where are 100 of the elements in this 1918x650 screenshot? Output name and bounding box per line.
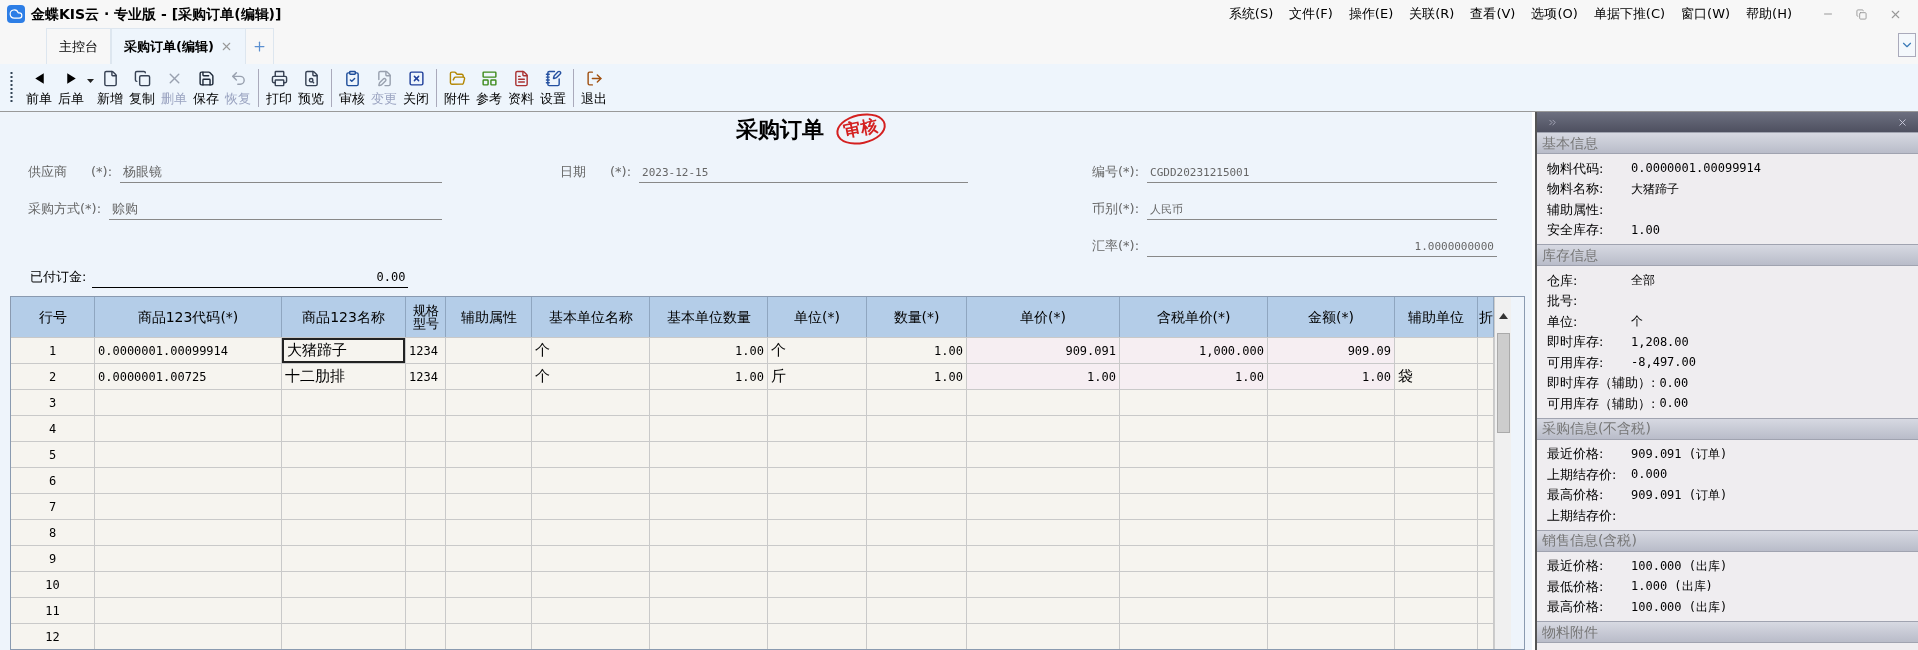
info-value: 全部 [1631, 272, 1655, 290]
layout-icon [480, 69, 498, 87]
table-cell[interactable]: 1.00 [967, 364, 1119, 389]
menu-item[interactable]: 单据下推(C) [1585, 4, 1674, 24]
collapse-toggle[interactable] [1898, 33, 1916, 57]
table-row[interactable]: 8 [11, 519, 1494, 545]
menu-item[interactable]: 系统(S) [1220, 4, 1282, 24]
toolbar-button[interactable]: 复制 [126, 68, 158, 107]
text-field[interactable]: 1.0000000000 [1147, 238, 1497, 258]
table-cell[interactable]: 10 [11, 572, 94, 597]
table-cell[interactable]: 1.00 [1120, 364, 1267, 389]
table-cell[interactable]: 12 [11, 624, 94, 649]
table-cell[interactable]: 9 [11, 546, 94, 571]
table-cell[interactable]: 十二肋排 [282, 364, 405, 389]
info-value: 个 [1631, 313, 1643, 331]
table-cell[interactable]: 1234 [406, 364, 445, 389]
toolbar-button[interactable]: 保存 [190, 68, 222, 107]
table-cell[interactable]: 1.00 [867, 364, 966, 389]
table-cell[interactable]: 909.091 [967, 338, 1119, 363]
table-cell[interactable]: 袋 [1395, 364, 1477, 389]
vertical-scrollbar[interactable] [1494, 297, 1511, 649]
toolbar-grip-icon [10, 70, 13, 105]
menu-item[interactable]: 查看(V) [1462, 4, 1524, 24]
toolbar-button[interactable]: 设置 [537, 68, 569, 107]
toolbar-button[interactable]: 附件 [441, 68, 473, 107]
toolbar-button[interactable]: 退出 [578, 68, 610, 107]
toolbar-button[interactable]: 参考 [473, 68, 505, 107]
table-cell[interactable]: 0.0000001.00099914 [95, 338, 281, 363]
table-cell[interactable]: 1234 [406, 338, 445, 363]
text-field[interactable]: 人民币 [1147, 201, 1497, 221]
info-label: 物料名称: [1547, 180, 1605, 198]
table-cell[interactable]: 1 [11, 338, 94, 363]
table-row[interactable]: 7 [11, 493, 1494, 519]
table-cell[interactable]: 1.00 [650, 364, 767, 389]
text-field[interactable]: 2023-12-15 [639, 164, 968, 184]
toolbar-button[interactable]: 前单 [23, 68, 55, 107]
table-cell[interactable]: 11 [11, 598, 94, 623]
required-marker: (*): [610, 162, 632, 181]
table-cell[interactable]: 6 [11, 468, 94, 493]
info-label: 物料代码: [1547, 159, 1605, 178]
field-label: 编号(*): [1092, 162, 1140, 181]
table-row[interactable]: 10 [11, 571, 1494, 597]
table-cell[interactable]: 斤 [768, 364, 866, 389]
table-row[interactable]: 5 [11, 441, 1494, 467]
table-row[interactable]: 6 [11, 467, 1494, 493]
text-field[interactable]: 赊购 [109, 198, 442, 221]
menu-item[interactable]: 文件(F) [1281, 4, 1341, 24]
table-cell[interactable]: 1,000.000 [1120, 338, 1267, 363]
form-title: 采购订单 [736, 115, 824, 144]
scroll-up-icon[interactable] [1498, 313, 1508, 319]
text-field[interactable]: 杨眼镜 [120, 161, 442, 184]
toolbar-button[interactable]: 关闭 [400, 68, 432, 107]
info-label: 最低价格: [1547, 577, 1605, 596]
table-row[interactable]: 1 0.0000001.00099914 大猪蹄子 1234 个 1.00 个 1.00 909.091 1,000.000 909.09 [11, 337, 1494, 363]
table-row[interactable]: 11 [11, 597, 1494, 623]
menu-item[interactable]: 帮助(H) [1738, 4, 1800, 24]
table-cell[interactable]: 2 [11, 364, 94, 389]
toolbar-button[interactable]: 资料 [505, 68, 537, 107]
text-field[interactable]: CGDD20231215001 [1147, 164, 1497, 184]
table-cell[interactable]: 1.00 [650, 338, 767, 363]
toolbar-button[interactable]: 打印 [263, 68, 295, 107]
table-cell[interactable]: 0.0000001.00725 [95, 364, 281, 389]
toolbar-button[interactable]: 后单 [55, 68, 87, 107]
table-cell[interactable]: 1.00 [867, 338, 966, 363]
info-label: 最高价格: [1547, 486, 1605, 504]
dropdown-caret-icon[interactable] [87, 78, 94, 83]
restore-icon[interactable] [1856, 8, 1867, 20]
table-cell[interactable]: 4 [11, 416, 94, 441]
tab[interactable]: 主控台 [46, 28, 111, 64]
table-row[interactable]: 2 0.0000001.00725 十二肋排 1234 个 1.00 斤 1.00 1.00 1.00 1.00 袋 [11, 363, 1494, 389]
table-cell[interactable]: 3 [11, 390, 94, 415]
field-label: 币别(*): [1092, 199, 1140, 218]
table-row[interactable]: 12 [11, 623, 1494, 649]
table-cell[interactable]: 1.00 [1268, 364, 1394, 389]
table-cell[interactable]: 909.09 [1268, 338, 1394, 363]
menu-item[interactable]: 窗口(W) [1673, 4, 1739, 24]
text-field[interactable]: 0.00 [92, 268, 409, 288]
scrollbar-thumb[interactable] [1496, 333, 1510, 433]
table-cell[interactable]: 7 [11, 494, 94, 519]
close-panel-icon[interactable] [1897, 116, 1908, 128]
toolbar-button[interactable]: 预览 [295, 68, 327, 107]
tab[interactable]: 采购订单(编辑) [111, 28, 246, 64]
table-row[interactable]: 3 [11, 389, 1494, 415]
menu-item[interactable]: 操作(E) [1340, 4, 1402, 24]
new-tab-icon[interactable] [251, 39, 267, 54]
table-cell[interactable]: 大猪蹄子 [282, 338, 405, 363]
toolbar-button[interactable]: 新增 [94, 68, 126, 107]
table-cell[interactable]: 8 [11, 520, 94, 545]
folder-icon [448, 69, 466, 87]
info-value: 909.091 (订单) [1631, 486, 1728, 504]
table-cell[interactable]: 个 [532, 338, 649, 363]
table-row[interactable]: 4 [11, 415, 1494, 441]
table-cell[interactable]: 个 [768, 338, 866, 363]
table-cell[interactable]: 个 [532, 364, 649, 389]
table-cell[interactable]: 5 [11, 442, 94, 467]
close-box-icon [407, 69, 425, 87]
menu-item[interactable]: 选项(O) [1523, 4, 1586, 24]
table-row[interactable]: 9 [11, 545, 1494, 571]
menu-item[interactable]: 关联(R) [1401, 4, 1463, 24]
toolbar-button[interactable]: 审核 [336, 68, 368, 107]
